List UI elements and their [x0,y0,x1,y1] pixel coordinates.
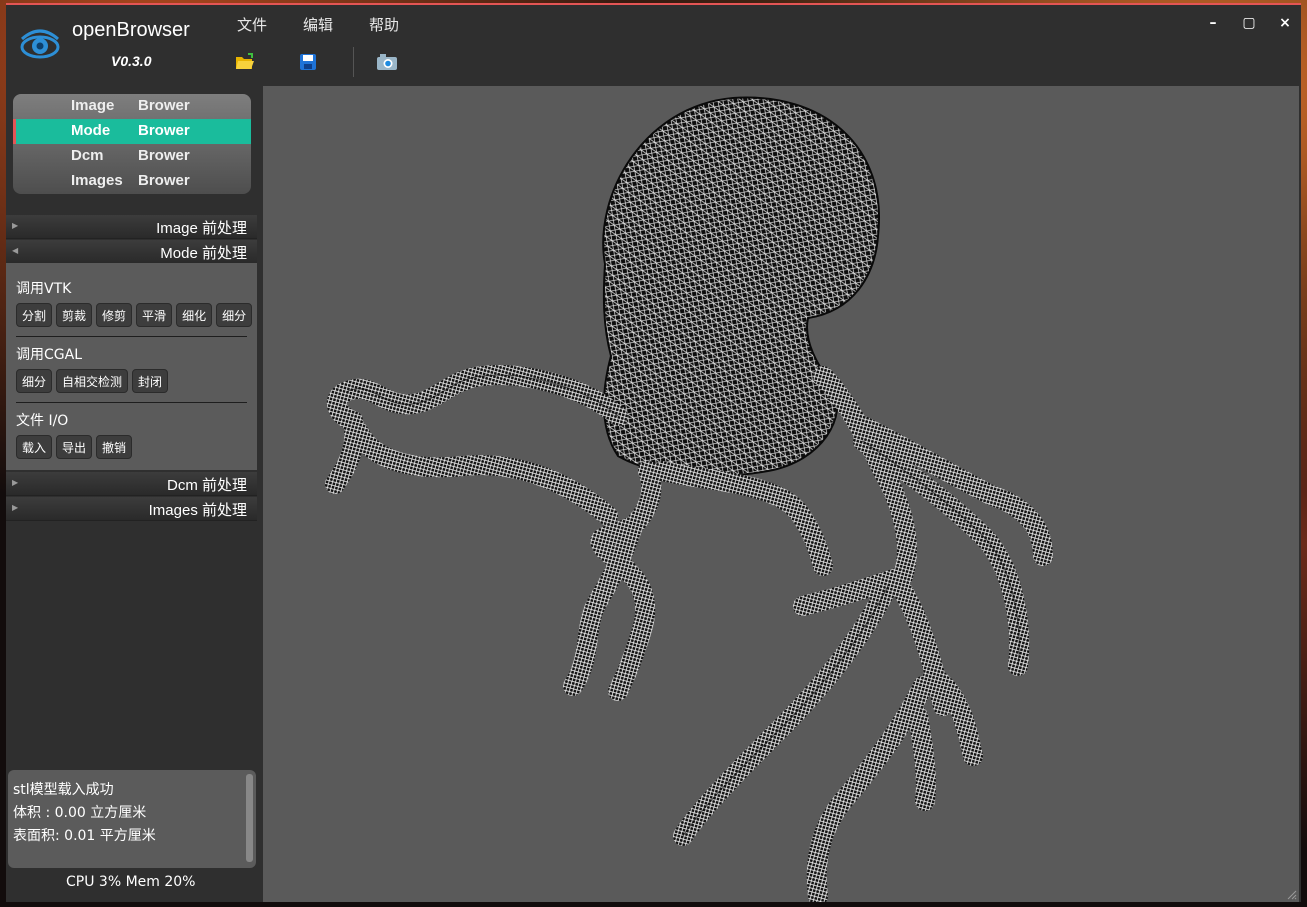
resource-status: CPU 3% Mem 20% [66,874,196,890]
menu-file[interactable]: 文件 [228,12,277,35]
browser-nav: Image Brower Mode Brower Dcm Brower Imag… [13,94,251,194]
io-button-row: 载入 导出 撤销 [16,435,133,459]
log-line: 体积 : 0.00 立方厘米 [13,805,147,821]
maximize-button[interactable]: ▢ [1239,13,1259,33]
toolbar [230,45,402,79]
camera-icon [377,54,397,70]
cgal-self-intersection-button[interactable]: 自相交检测 [56,369,129,393]
log-line: stl模型载入成功 [13,782,114,798]
log-scrollbar[interactable] [246,774,253,862]
nav-item-word2: Brower [138,97,190,114]
load-button[interactable]: 载入 [16,435,53,459]
window-controls: – ▢ × [1203,13,1295,33]
nav-item-word1: Dcm [71,147,104,164]
io-group-label: 文件 I/O [16,413,69,429]
nav-item-word1: Image [71,97,115,114]
export-button[interactable]: 导出 [56,435,93,459]
menu-edit[interactable]: 编辑 [294,12,343,35]
mode-preprocess-panel: 调用VTK 分割 剪裁 修剪 平滑 细化 细分 调用CGAL 细分 自相交检测 … [6,263,257,470]
vtk-thin-button[interactable]: 细化 [176,303,213,327]
nav-item-dcm-brower[interactable]: Dcm Brower [13,144,251,169]
vtk-smooth-button[interactable]: 平滑 [136,303,173,327]
log-output[interactable]: stl模型载入成功 体积 : 0.00 立方厘米 表面积: 0.01 平方厘米 [8,770,256,868]
section-title: Dcm 前处理 [167,477,247,494]
section-images-preprocess[interactable]: ▶ Images 前处理 [6,497,257,521]
3d-viewport[interactable] [263,86,1299,902]
vtk-segment-button[interactable]: 分割 [16,303,53,327]
open-folder-icon [236,53,254,69]
vtk-subdivide-button[interactable]: 细分 [216,303,253,327]
nav-item-image-brower[interactable]: Image Brower [13,94,251,119]
toolbar-separator [353,47,354,77]
vtk-clip-button[interactable]: 剪裁 [56,303,93,327]
group-divider [16,336,247,337]
cgal-subdivide-button[interactable]: 细分 [16,369,53,393]
section-mode-preprocess[interactable]: ◀ Mode 前处理 [6,240,257,264]
desktop-background: openBrowser V0.3.0 文件 编辑 帮助 – ▢ × Image … [0,0,1307,907]
nav-item-word2: Brower [138,122,190,139]
vtk-trim-button[interactable]: 修剪 [96,303,133,327]
open-folder-button[interactable] [230,47,260,77]
app-version: V0.3.0 [111,53,152,69]
expand-arrow-icon: ▶ [12,221,19,230]
minimize-button[interactable]: – [1203,13,1223,33]
nav-item-word2: Brower [138,147,190,164]
section-image-preprocess[interactable]: ▶ Image 前处理 [6,215,257,239]
cgal-button-row: 细分 自相交检测 封闭 [16,369,169,393]
close-button[interactable]: × [1275,13,1295,33]
cgal-close-button[interactable]: 封闭 [132,369,169,393]
nav-item-word1: Images [71,172,123,189]
screenshot-button[interactable] [372,47,402,77]
nav-item-word2: Brower [138,172,190,189]
vtk-group-label: 调用VTK [16,281,72,297]
section-title: Mode 前处理 [160,245,247,262]
app-name: openBrowser [72,19,190,41]
nav-item-word1: Mode [71,122,111,139]
vessel-wireframe-model [325,96,1053,902]
save-disk-icon [300,54,316,70]
log-line: 表面积: 0.01 平方厘米 [13,828,156,844]
section-title: Images 前处理 [148,502,247,519]
vtk-button-row: 分割 剪裁 修剪 平滑 细化 细分 [16,303,253,327]
resize-grip-icon[interactable] [1287,890,1297,900]
app-window: openBrowser V0.3.0 文件 编辑 帮助 – ▢ × Image … [6,3,1301,902]
section-dcm-preprocess[interactable]: ▶ Dcm 前处理 [6,472,257,496]
menubar: 文件 编辑 帮助 [228,12,426,35]
expand-arrow-icon: ▶ [12,478,19,487]
group-divider [16,402,247,403]
menu-help[interactable]: 帮助 [360,12,409,35]
nav-item-images-brower[interactable]: Images Brower [13,169,251,194]
cgal-group-label: 调用CGAL [16,347,83,363]
section-title: Image 前处理 [156,220,247,237]
save-button[interactable] [293,47,323,77]
collapse-arrow-icon: ◀ [12,246,19,255]
eye-logo-icon [20,29,60,59]
nav-item-mode-brower[interactable]: Mode Brower [13,119,251,144]
undo-button[interactable]: 撤销 [96,435,133,459]
expand-arrow-icon: ▶ [12,503,19,512]
